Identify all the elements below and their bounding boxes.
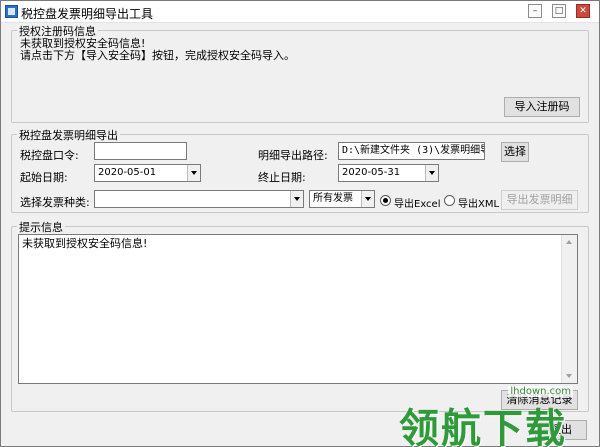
start-date-label: 起始日期: <box>20 171 68 184</box>
export-excel-label[interactable]: 导出Excel <box>394 195 441 210</box>
window-title: 税控盘发票明细导出工具 <box>21 7 154 21</box>
end-date-picker[interactable]: 2020-05-31 <box>338 164 439 182</box>
export-invoice-button[interactable]: 导出发票明细 <box>501 190 578 210</box>
password-input[interactable] <box>94 142 187 160</box>
path-label: 明细导出路径: <box>258 149 328 162</box>
chevron-down-icon[interactable] <box>425 165 438 181</box>
info-group-title: 提示信息 <box>17 219 65 235</box>
invoice-scope-select[interactable]: 所有发票 <box>309 190 375 208</box>
path-input[interactable]: D:\新建文件夹 (3)\发票明细导出\ <box>338 142 485 160</box>
message-log-scrollbar[interactable] <box>561 235 577 383</box>
browse-button[interactable]: 选择 <box>501 142 529 162</box>
message-log[interactable]: 未获取到授权安全码信息! <box>18 234 578 384</box>
scroll-up-icon[interactable] <box>562 235 577 250</box>
export-excel-radio[interactable] <box>380 195 391 206</box>
invoice-type-select[interactable] <box>94 190 304 208</box>
app-window: 税控盘发票明细导出工具 – □ ✕ 授权注册码信息 未获取到授权安全码信息! 请… <box>0 0 600 447</box>
import-code-button[interactable]: 导入注册码 <box>504 97 580 117</box>
app-icon <box>5 5 18 18</box>
invoice-scope-value: 所有发票 <box>313 193 353 204</box>
end-date-value: 2020-05-31 <box>342 167 401 178</box>
end-date-label: 终止日期: <box>258 171 306 184</box>
maximize-button[interactable]: □ <box>552 4 566 18</box>
title-bar: 税控盘发票明细导出工具 – □ ✕ <box>1 1 599 23</box>
invoice-type-label: 选择发票种类: <box>20 196 90 209</box>
export-xml-radio[interactable] <box>444 195 455 206</box>
watermark: lhdown.com 领航下载 <box>399 386 589 447</box>
chevron-down-icon[interactable] <box>187 165 200 181</box>
auth-instruction-text: 请点击下方【导入安全码】按钮，完成授权安全码导入。 <box>20 49 295 62</box>
chevron-down-icon[interactable] <box>361 191 374 207</box>
message-log-text: 未获取到授权安全码信息! <box>22 237 148 250</box>
start-date-value: 2020-05-01 <box>98 167 157 178</box>
export-xml-label[interactable]: 导出XML <box>458 195 499 210</box>
password-label: 税控盘口令: <box>20 149 79 162</box>
close-button[interactable]: ✕ <box>576 4 590 18</box>
chevron-down-icon[interactable] <box>290 191 303 207</box>
minimize-button[interactable]: – <box>528 4 542 18</box>
scroll-down-icon[interactable] <box>562 368 577 383</box>
start-date-picker[interactable]: 2020-05-01 <box>94 164 201 182</box>
export-group-title: 税控盘发票明细导出 <box>17 127 120 143</box>
watermark-logo-text: 领航下载 <box>399 406 567 447</box>
